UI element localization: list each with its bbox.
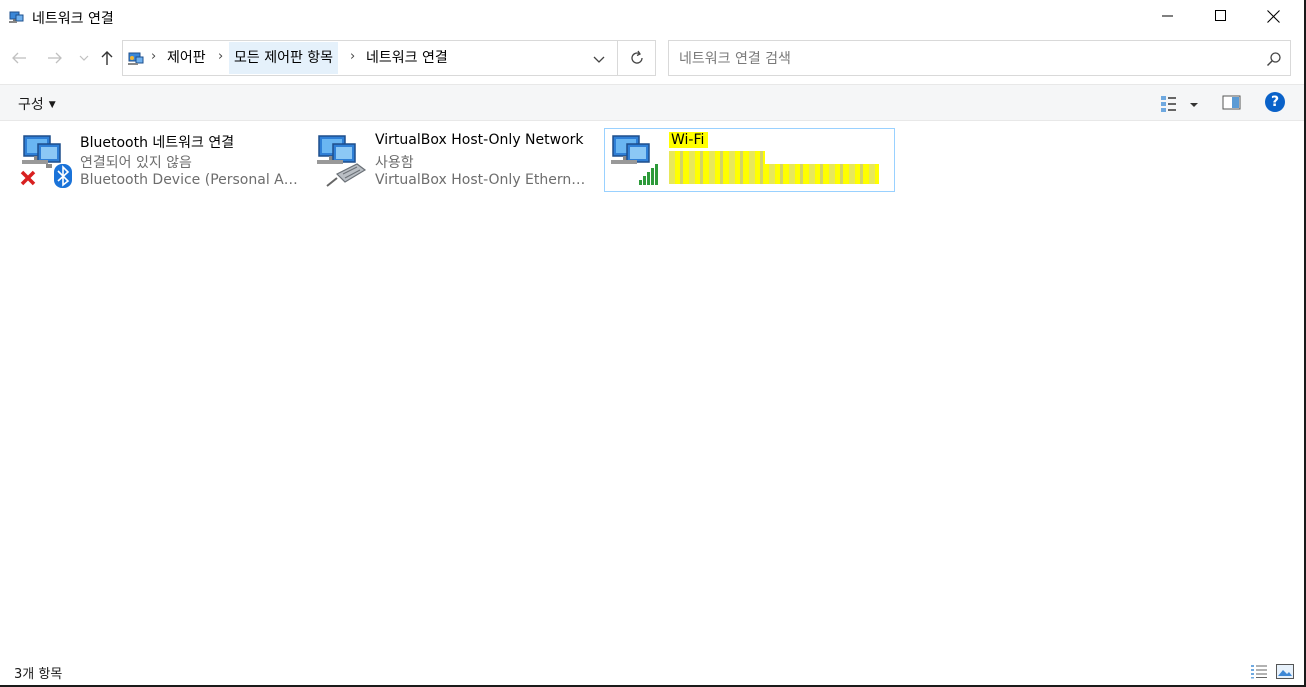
- connection-item-bluetooth[interactable]: Bluetooth 네트워크 연결 연결되어 있지 않음 Bluetooth D…: [14, 128, 300, 192]
- refresh-button[interactable]: [618, 40, 656, 76]
- maximize-button[interactable]: [1194, 0, 1247, 32]
- refresh-icon: [630, 50, 643, 64]
- help-button[interactable]: ?: [1265, 92, 1285, 112]
- search-icon[interactable]: [1266, 51, 1282, 67]
- network-connections-app-icon: [9, 11, 24, 23]
- large-icons-view-icon[interactable]: [1276, 664, 1294, 679]
- window-title: 네트워크 연결: [32, 11, 114, 27]
- back-arrow-icon: [12, 52, 26, 64]
- close-button[interactable]: [1247, 0, 1300, 32]
- forward-button[interactable]: [44, 46, 66, 70]
- connection-status: 연결되어 있지 않음: [80, 155, 192, 171]
- details-view-icon[interactable]: [1250, 664, 1268, 679]
- redacted-device: [669, 164, 879, 184]
- status-bar: 3개 항목: [0, 658, 1304, 685]
- breadcrumb-control-panel[interactable]: 제어판: [162, 42, 211, 74]
- organize-label: 구성: [18, 97, 44, 113]
- maximize-icon: [1214, 10, 1226, 21]
- connection-name: Bluetooth 네트워크 연결: [80, 135, 235, 151]
- breadcrumb-network-connections[interactable]: 네트워크 연결: [361, 42, 453, 74]
- breadcrumb-separator: ›: [350, 49, 356, 64]
- network-connections-window: 네트워크 연결 › 제어판 › 모든 제어판 항목 › 네트워크 연결 네트워크…: [0, 0, 1306, 687]
- forward-arrow-icon: [48, 52, 62, 64]
- connection-item-virtualbox[interactable]: VirtualBox Host-Only Network 사용함 Virtual…: [309, 128, 593, 192]
- ethernet-network-icon: [317, 135, 367, 187]
- caret-down-icon: ▼: [48, 100, 56, 110]
- chevron-down-icon[interactable]: [591, 53, 607, 67]
- organize-button[interactable]: 구성 ▼: [18, 94, 56, 114]
- recent-locations-button[interactable]: [73, 46, 95, 70]
- connection-status: 사용함: [375, 155, 414, 171]
- navigation-bar: › 제어판 › 모든 제어판 항목 › 네트워크 연결: [0, 38, 1304, 78]
- chevron-down-icon: [79, 55, 89, 61]
- wifi-network-icon: [611, 135, 658, 185]
- connection-name: Wi-Fi: [669, 132, 709, 148]
- change-view-button[interactable]: [1158, 93, 1202, 115]
- connection-device: VirtualBox Host-Only Ethernet A...: [375, 172, 591, 188]
- redacted-status: [669, 151, 765, 165]
- title-bar: 네트워크 연결: [0, 0, 1304, 34]
- address-bar[interactable]: › 제어판 › 모든 제어판 항목 › 네트워크 연결: [122, 40, 618, 76]
- item-count: 3개 항목: [14, 667, 63, 682]
- search-input[interactable]: [679, 48, 1239, 70]
- command-bar: 구성 ▼ ?: [0, 84, 1304, 121]
- minimize-button[interactable]: [1141, 0, 1194, 32]
- back-button[interactable]: [8, 46, 30, 70]
- up-arrow-icon: [101, 51, 113, 65]
- control-panel-icon: [128, 52, 144, 65]
- breadcrumb-all-control-panel-items[interactable]: 모든 제어판 항목: [229, 42, 339, 74]
- up-button[interactable]: [96, 46, 118, 70]
- minimize-icon: [1161, 15, 1173, 17]
- preview-pane-icon[interactable]: [1222, 94, 1242, 112]
- search-box[interactable]: [668, 40, 1291, 76]
- bluetooth-network-icon: [20, 135, 72, 188]
- connection-device: Bluetooth Device (Personal Area ...: [80, 172, 300, 188]
- connection-item-wifi[interactable]: Wi-Fi: [604, 128, 895, 192]
- connection-name: VirtualBox Host-Only Network: [375, 132, 584, 148]
- breadcrumb-separator: ›: [151, 49, 157, 64]
- breadcrumb-separator: ›: [218, 49, 224, 64]
- close-icon: [1267, 9, 1280, 23]
- connections-list: Bluetooth 네트워크 연결 연결되어 있지 않음 Bluetooth D…: [0, 122, 1304, 657]
